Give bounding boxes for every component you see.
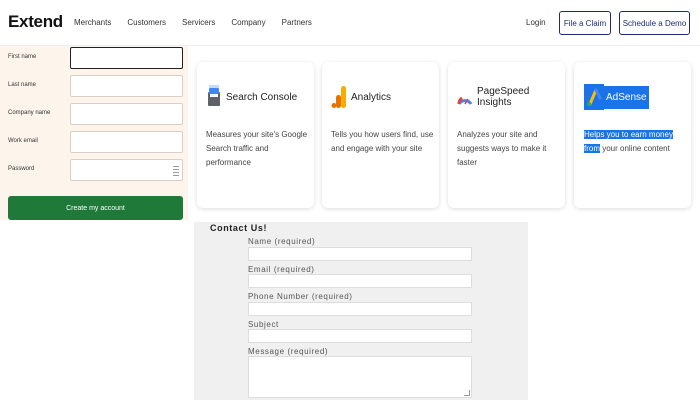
name-label: Name (required) bbox=[248, 237, 316, 246]
work-email-label: Work email bbox=[8, 138, 38, 144]
subject-input[interactable] bbox=[248, 329, 472, 343]
password-label: Password bbox=[8, 166, 35, 172]
company-name-field[interactable] bbox=[70, 103, 183, 125]
nav-partners[interactable]: Partners bbox=[282, 18, 312, 27]
site-header: Extend Merchants Customers Servicers Com… bbox=[0, 0, 700, 46]
last-name-label: Last name bbox=[8, 82, 37, 88]
card-title: PageSpeed Insights bbox=[477, 86, 530, 108]
card-search-console[interactable]: Search Console Measures your site's Goog… bbox=[197, 62, 314, 208]
signup-form: First name Last name Company name Work e… bbox=[0, 46, 188, 220]
nav-servicers[interactable]: Servicers bbox=[182, 18, 215, 27]
company-name-row: Company name bbox=[0, 103, 188, 125]
contact-title: Contact Us! bbox=[210, 223, 268, 233]
login-link[interactable]: Login bbox=[526, 18, 546, 27]
email-input[interactable] bbox=[248, 274, 472, 288]
resize-handle-icon[interactable] bbox=[464, 390, 470, 396]
file-claim-button[interactable]: File a Claim bbox=[559, 11, 611, 35]
message-textarea[interactable] bbox=[248, 356, 472, 398]
card-header: AdSense bbox=[584, 84, 649, 110]
card-header: Search Console bbox=[206, 84, 297, 110]
pagespeed-icon bbox=[457, 84, 473, 110]
card-title: AdSense bbox=[604, 85, 649, 109]
card-description: Helps you to earn money from your online… bbox=[584, 128, 688, 156]
search-console-icon bbox=[206, 84, 222, 110]
last-name-field[interactable] bbox=[70, 75, 183, 97]
first-name-field[interactable] bbox=[70, 47, 183, 69]
phone-input[interactable] bbox=[248, 302, 472, 316]
nav-customers[interactable]: Customers bbox=[127, 18, 166, 27]
schedule-demo-button[interactable]: Schedule a Demo bbox=[619, 11, 690, 35]
card-description: Analyzes your site and suggests ways to … bbox=[457, 130, 547, 167]
card-description: Measures your site's Google Search traff… bbox=[206, 130, 308, 167]
contact-form: Contact Us! Name (required) Email (requi… bbox=[194, 222, 528, 400]
first-name-row: First name bbox=[0, 47, 188, 69]
password-row: Password bbox=[0, 159, 188, 181]
work-email-field[interactable] bbox=[70, 131, 183, 153]
nav-merchants[interactable]: Merchants bbox=[74, 18, 111, 27]
name-input[interactable] bbox=[248, 247, 472, 261]
main-nav: Merchants Customers Servicers Company Pa… bbox=[74, 18, 328, 27]
card-pagespeed[interactable]: PageSpeed Insights Analyzes your site an… bbox=[448, 62, 565, 208]
email-label: Email (required) bbox=[248, 265, 315, 274]
password-field[interactable] bbox=[70, 159, 183, 181]
phone-label: Phone Number (required) bbox=[248, 292, 353, 301]
message-label: Message (required) bbox=[248, 347, 329, 356]
analytics-icon bbox=[331, 84, 347, 110]
card-title: Search Console bbox=[226, 91, 298, 103]
description-rest: your online content bbox=[602, 144, 670, 153]
subject-label: Subject bbox=[248, 320, 279, 329]
last-name-row: Last name bbox=[0, 75, 188, 97]
card-title: Analytics bbox=[351, 91, 392, 103]
logo[interactable]: Extend bbox=[8, 12, 63, 32]
company-name-label: Company name bbox=[8, 110, 51, 116]
card-adsense[interactable]: AdSense Helps you to earn money from you… bbox=[574, 62, 691, 208]
adsense-icon bbox=[584, 84, 604, 110]
password-manager-icon[interactable] bbox=[173, 166, 179, 176]
nav-company[interactable]: Company bbox=[231, 18, 265, 27]
card-header: PageSpeed Insights bbox=[457, 84, 565, 110]
card-header: Analytics bbox=[331, 84, 391, 110]
card-analytics[interactable]: Analytics Tells you how users find, use … bbox=[322, 62, 439, 208]
first-name-label: First name bbox=[8, 54, 37, 60]
card-description: Tells you how users find, use and engage… bbox=[331, 130, 434, 153]
create-account-button[interactable]: Create my account bbox=[8, 196, 183, 220]
work-email-row: Work email bbox=[0, 131, 188, 153]
